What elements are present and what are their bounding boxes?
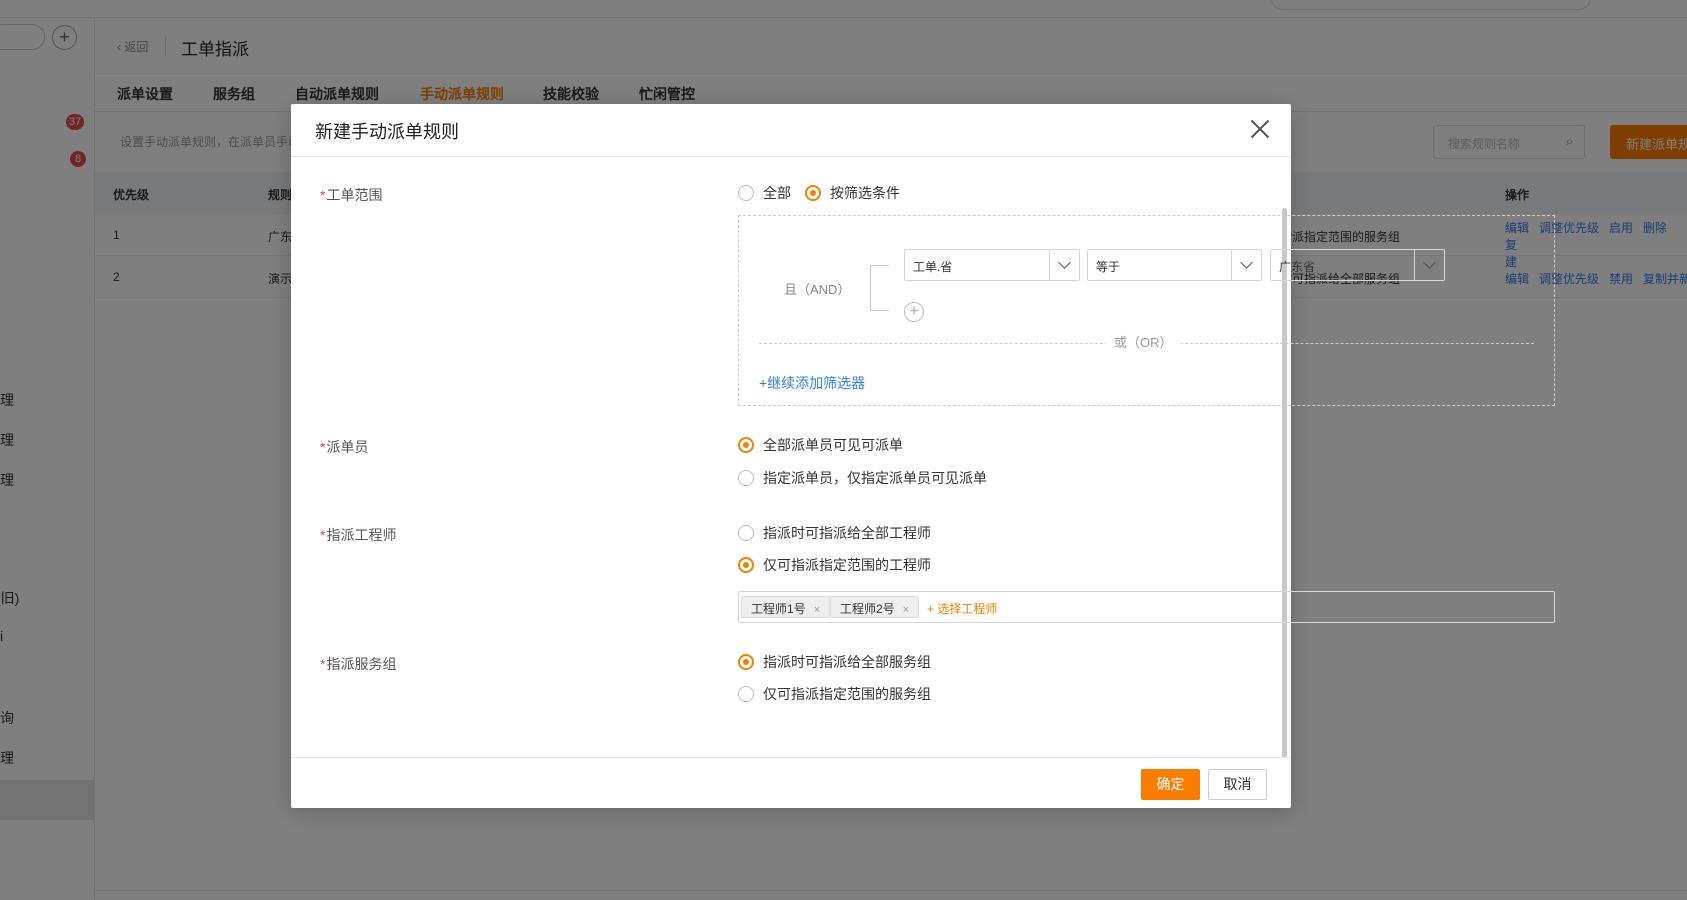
remove-tag-icon[interactable]: × bbox=[814, 604, 820, 616]
engineer-option-all[interactable]: 指派时可指派给全部工程师 bbox=[738, 523, 931, 543]
close-icon[interactable] bbox=[1247, 116, 1273, 142]
confirm-button[interactable]: 确定 bbox=[1141, 769, 1200, 800]
radio-icon bbox=[738, 525, 754, 541]
radio-checked-icon bbox=[738, 437, 754, 453]
dispatcher-label: *派单员 bbox=[320, 439, 369, 455]
engineer-tag: 工程师1号 × bbox=[741, 596, 831, 618]
dialog-header: 新建手动派单规则 bbox=[291, 104, 1291, 157]
engineer-label: *指派工程师 bbox=[320, 527, 397, 543]
remove-tag-icon[interactable]: × bbox=[903, 604, 909, 616]
scope-option-all[interactable]: 全部 bbox=[738, 183, 791, 203]
field-select[interactable]: 工单.省 bbox=[904, 249, 1080, 281]
operator-select[interactable]: 等于 bbox=[1087, 249, 1262, 281]
service-group-option-specified[interactable]: 仅可指派指定范围的服务组 bbox=[738, 684, 931, 704]
engineer-tag: 工程师2号 × bbox=[830, 596, 920, 618]
dialog-title: 新建手动派单规则 bbox=[315, 122, 459, 142]
condition-bracket bbox=[870, 265, 889, 311]
scope-option-filter[interactable]: 按筛选条件 bbox=[805, 183, 900, 203]
dispatcher-option-specified[interactable]: 指定派单员，仅指定派单员可见派单 bbox=[738, 468, 987, 488]
new-rule-dialog: 新建手动派单规则 *工单范围 全部 按筛选条件 且（AND） 工单.省 等于 广… bbox=[291, 104, 1555, 808]
chevron-down-icon bbox=[1231, 250, 1261, 280]
service-group-option-all[interactable]: 指派时可指派给全部服务组 bbox=[738, 652, 931, 672]
select-engineer-link[interactable]: + 选择工程师 bbox=[927, 600, 997, 617]
filter-builder: 且（AND） 工单.省 等于 广东省 + 或（OR） +继续添加筛选器 bbox=[738, 215, 1555, 406]
add-condition-icon[interactable]: + bbox=[904, 302, 924, 322]
dispatcher-option-all[interactable]: 全部派单员可见可派单 bbox=[738, 435, 903, 455]
radio-checked-icon bbox=[738, 557, 754, 573]
add-filter-link[interactable]: +继续添加筛选器 bbox=[759, 373, 865, 393]
value-select[interactable]: 广东省 bbox=[1270, 249, 1445, 281]
or-label: 或（OR） bbox=[1106, 332, 1181, 351]
dialog-footer: 确定 取消 bbox=[291, 757, 1291, 808]
scope-label: *工单范围 bbox=[320, 187, 383, 203]
service-group-label: *指派服务组 bbox=[320, 656, 397, 672]
chevron-down-icon bbox=[1049, 250, 1079, 280]
radio-checked-icon bbox=[738, 654, 754, 670]
radio-icon bbox=[738, 185, 754, 201]
radio-icon bbox=[738, 470, 754, 486]
chevron-down-icon bbox=[1414, 250, 1444, 280]
engineer-tag-input[interactable]: 工程师1号 × 工程师2号 × + 选择工程师 bbox=[738, 591, 1555, 623]
and-label: 且（AND） bbox=[784, 282, 851, 297]
radio-checked-icon bbox=[805, 185, 821, 201]
cancel-button[interactable]: 取消 bbox=[1208, 769, 1267, 800]
radio-icon bbox=[738, 686, 754, 702]
engineer-option-specified[interactable]: 仅可指派指定范围的工程师 bbox=[738, 555, 931, 575]
